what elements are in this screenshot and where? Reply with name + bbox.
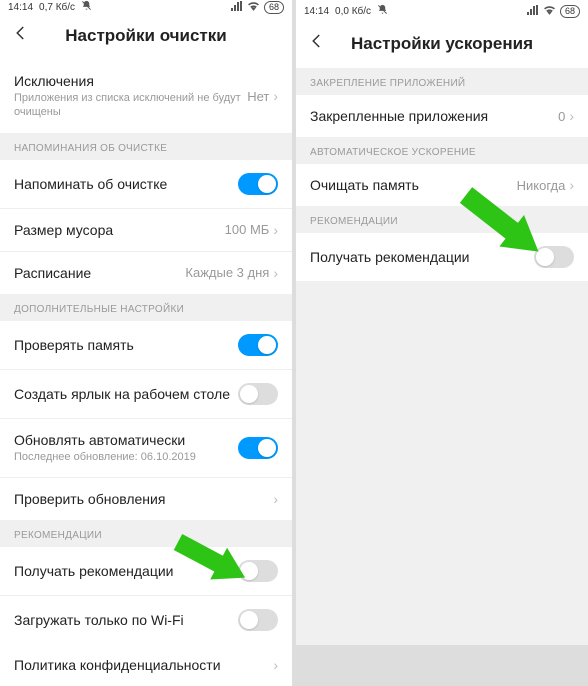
row-trash-size[interactable]: Размер мусора 100 МБ › bbox=[0, 208, 292, 251]
toggle-create-shortcut[interactable] bbox=[238, 383, 278, 405]
row-check-memory[interactable]: Проверять память bbox=[0, 321, 292, 369]
status-bar: 14:14 0,0 Кб/с 68 bbox=[296, 0, 588, 22]
exclusions-label: Исключения bbox=[14, 73, 247, 89]
wifi-icon bbox=[247, 1, 260, 14]
row-check-updates[interactable]: Проверить обновления › bbox=[0, 477, 292, 520]
status-speed: 0,0 Кб/с bbox=[335, 6, 371, 17]
dnd-icon bbox=[377, 4, 388, 18]
chevron-icon: › bbox=[569, 108, 574, 124]
toggle-auto-update[interactable] bbox=[238, 437, 278, 459]
page-title: Настройки ускорения bbox=[308, 34, 576, 54]
chevron-icon: › bbox=[273, 88, 278, 104]
screen-cleanup-settings: 14:14 0,7 Кб/с 68 Настройки очистки Искл… bbox=[0, 0, 292, 645]
row-exclusions[interactable]: Исключения Приложения из списка исключен… bbox=[0, 60, 292, 133]
chevron-icon: › bbox=[273, 491, 278, 507]
section-additional: ДОПОЛНИТЕЛЬНЫЕ НАСТРОЙКИ bbox=[0, 294, 292, 321]
row-wifi-only[interactable]: Загружать только по Wi-Fi bbox=[0, 595, 292, 644]
chevron-icon: › bbox=[273, 222, 278, 238]
exclusions-sub: Приложения из списка исключений не будут… bbox=[14, 91, 247, 120]
row-auto-update[interactable]: Обновлять автоматически Последнее обновл… bbox=[0, 418, 292, 477]
toggle-remind-cleanup[interactable] bbox=[238, 173, 278, 195]
signal-icon bbox=[527, 5, 539, 18]
chevron-icon: › bbox=[569, 177, 574, 193]
row-privacy-policy[interactable]: Политика конфиденциальности › bbox=[0, 644, 292, 686]
section-pinned-apps: ЗАКРЕПЛЕНИЕ ПРИЛОЖЕНИЙ bbox=[296, 68, 588, 95]
status-time: 14:14 bbox=[8, 2, 33, 13]
exclusions-value: Нет bbox=[247, 89, 269, 104]
chevron-icon: › bbox=[273, 265, 278, 281]
section-auto-boost: АВТОМАТИЧЕСКОЕ УСКОРЕНИЕ bbox=[296, 137, 588, 164]
section-recommendations: РЕКОМЕНДАЦИИ bbox=[296, 206, 588, 233]
signal-icon bbox=[231, 1, 243, 14]
row-remind-cleanup[interactable]: Напоминать об очистке bbox=[0, 160, 292, 208]
section-reminders: НАПОМИНАНИЯ ОБ ОЧИСТКЕ bbox=[0, 133, 292, 160]
row-create-shortcut[interactable]: Создать ярлык на рабочем столе bbox=[0, 369, 292, 418]
section-recommendations: РЕКОМЕНДАЦИИ bbox=[0, 520, 292, 547]
status-bar: 14:14 0,7 Кб/с 68 bbox=[0, 0, 292, 14]
screen-boost-settings: 14:14 0,0 Кб/с 68 Настройки ускорения ЗА… bbox=[296, 0, 588, 645]
header: Настройки ускорения bbox=[296, 22, 588, 68]
header: Настройки очистки bbox=[0, 14, 292, 60]
status-time: 14:14 bbox=[304, 6, 329, 17]
battery-indicator: 68 bbox=[264, 1, 284, 14]
chevron-icon: › bbox=[273, 657, 278, 673]
row-schedule[interactable]: Расписание Каждые 3 дня › bbox=[0, 251, 292, 294]
toggle-check-memory[interactable] bbox=[238, 334, 278, 356]
status-speed: 0,7 Кб/с bbox=[39, 2, 75, 13]
page-title: Настройки очистки bbox=[12, 26, 280, 46]
battery-indicator: 68 bbox=[560, 5, 580, 18]
row-pinned-apps[interactable]: Закрепленные приложения 0 › bbox=[296, 95, 588, 137]
dnd-icon bbox=[81, 0, 92, 14]
toggle-wifi-only[interactable] bbox=[238, 609, 278, 631]
row-clear-memory[interactable]: Очищать память Никогда › bbox=[296, 164, 588, 206]
wifi-icon bbox=[543, 5, 556, 18]
